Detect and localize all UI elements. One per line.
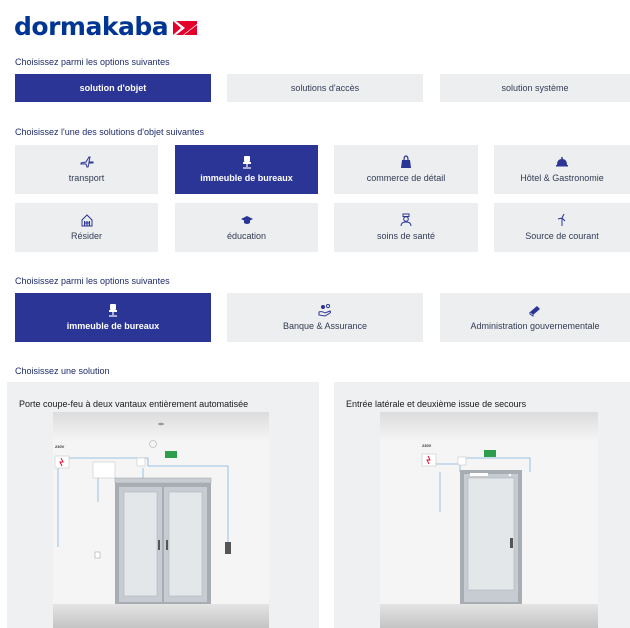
- solution-card-title: Porte coupe-feu à deux vantaux entièreme…: [19, 399, 249, 409]
- tile-label: Hôtel & Gastronomie: [520, 173, 604, 183]
- tile-transport[interactable]: transport: [15, 145, 158, 194]
- house-fence-icon: [80, 213, 94, 227]
- tile-label: Administration gouvernementale: [470, 321, 600, 331]
- cloche-icon: [555, 155, 569, 169]
- tile-banque-assurance[interactable]: Banque & Assurance: [227, 293, 423, 342]
- option-label: solution système: [501, 82, 569, 93]
- graduation-cap-icon: [240, 213, 254, 227]
- tile-label: immeuble de bureaux: [66, 321, 160, 331]
- double-door-illustration: 230V: [53, 412, 269, 628]
- tile-administration-gouvernementale[interactable]: Administration gouvernementale: [440, 293, 630, 342]
- airplane-icon: [80, 155, 94, 169]
- tile-hotel-gastronomie[interactable]: Hôtel & Gastronomie: [494, 145, 630, 194]
- tile-education[interactable]: éducation: [175, 203, 318, 252]
- side-entrance-illustration: 230V: [380, 412, 598, 628]
- option-solution-systeme[interactable]: solution système: [440, 74, 630, 102]
- tile-label: Source de courant: [525, 231, 599, 241]
- wind-turbine-icon: [555, 213, 569, 227]
- shopping-bag-icon: [399, 155, 413, 169]
- step1-label: Choisissez parmi les options suivantes: [15, 57, 170, 67]
- tile-source-de-courant[interactable]: Source de courant: [494, 203, 630, 252]
- logo-wordmark: dormakaba: [14, 12, 169, 41]
- tile-label: éducation: [226, 231, 267, 241]
- solution-card-title: Entrée latérale et deuxième issue de sec…: [346, 399, 527, 409]
- step2-label: Choisissez l'une des solutions d'objet s…: [15, 127, 205, 137]
- office-chair-icon: [106, 303, 120, 317]
- step3-label: Choisissez parmi les options suivantes: [15, 276, 170, 286]
- tile-immeuble-de-bureaux-sub[interactable]: immeuble de bureaux: [15, 293, 211, 342]
- tile-label: Banque & Assurance: [282, 321, 368, 331]
- tile-label: transport: [68, 173, 105, 183]
- nurse-icon: [399, 213, 413, 227]
- logo-mark-icon: [173, 21, 198, 35]
- tile-soins-de-sante[interactable]: soins de santé: [334, 203, 478, 252]
- voltage-label: 230V: [422, 443, 432, 448]
- dormakaba-logo[interactable]: dormakaba: [14, 12, 198, 41]
- option-label: solution d'objet: [79, 82, 147, 93]
- tile-label: Résider: [70, 231, 102, 241]
- solution-card-double-door[interactable]: Porte coupe-feu à deux vantaux entièreme…: [7, 382, 319, 628]
- tile-label: soins de santé: [376, 231, 436, 241]
- tile-immeuble-de-bureaux[interactable]: immeuble de bureaux: [175, 145, 318, 194]
- option-label: solutions d'accès: [290, 82, 360, 93]
- option-solutions-acces[interactable]: solutions d'accès: [227, 74, 423, 102]
- voltage-label: 230V: [55, 444, 65, 449]
- tile-resider[interactable]: Résider: [15, 203, 158, 252]
- solution-card-side-entrance[interactable]: Entrée latérale et deuxième issue de sec…: [334, 382, 630, 628]
- book-icon: [528, 303, 542, 317]
- step4-label: Choisissez une solution: [15, 366, 110, 376]
- office-chair-icon: [240, 155, 254, 169]
- option-solution-objet[interactable]: solution d'objet: [15, 74, 211, 102]
- tile-label: immeuble de bureaux: [200, 173, 293, 183]
- coins-hand-icon: [318, 303, 332, 317]
- tile-commerce-de-detail[interactable]: commerce de détail: [334, 145, 478, 194]
- tile-label: commerce de détail: [366, 173, 446, 183]
